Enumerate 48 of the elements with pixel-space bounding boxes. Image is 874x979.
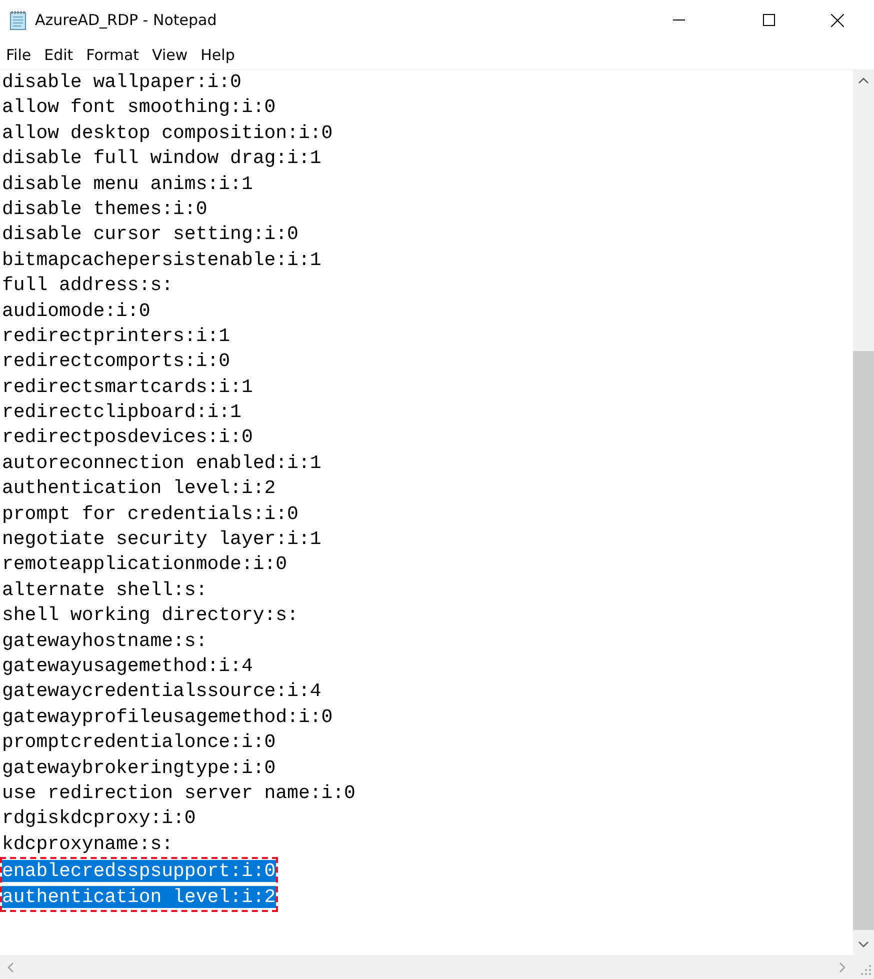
text-line: bitmapcachepersistenable:i:1: [2, 248, 322, 271]
text-line: gatewaycredentialssource:i:4: [2, 680, 322, 702]
text-line: allow font smoothing:i:0: [2, 96, 276, 118]
text-line: shell working directory:s:: [2, 604, 298, 626]
text-line: audiomode:i:0: [2, 300, 150, 322]
text-line: full address:s:: [2, 274, 174, 296]
window-title: AzureAD_RDP - Notepad: [35, 11, 218, 29]
text-line: prompt for credentials:i:0: [2, 502, 298, 525]
vertical-scrollbar[interactable]: [853, 70, 874, 955]
text-line: gatewaybrokeringtype:i:0: [2, 756, 276, 779]
close-icon: [830, 14, 844, 26]
minimize-icon: [673, 19, 685, 21]
horizontal-scrollbar[interactable]: [0, 955, 874, 979]
text-line: redirectsmartcards:i:1: [2, 376, 253, 398]
text-line: allow desktop composition:i:0: [2, 122, 333, 144]
menu-item[interactable]: View: [146, 44, 195, 66]
text-line: disable wallpaper:i:0: [2, 71, 242, 93]
menu-item[interactable]: Format: [80, 44, 146, 66]
menu-item[interactable]: Edit: [38, 44, 80, 66]
menu-item[interactable]: Help: [194, 44, 242, 66]
text-line: redirectprinters:i:1: [2, 324, 230, 347]
scrollbar-thumb[interactable]: [853, 351, 874, 930]
text-line: disable themes:i:0: [2, 198, 208, 220]
text-line: kdcproxyname:s:: [2, 832, 174, 855]
text-line: use redirection server name:i:0: [2, 782, 356, 804]
chevron-left-icon: [7, 962, 14, 972]
text-line: redirectclipboard:i:1: [2, 401, 242, 424]
text-line: promptcredentialonce:i:0: [2, 731, 276, 754]
text-line: gatewayusagemethod:i:4: [2, 654, 253, 677]
text-line: redirectcomports:i:0: [2, 350, 230, 372]
maximize-icon: [763, 14, 775, 26]
text-line: redirectposdevices:i:0: [2, 426, 253, 448]
chevron-down-icon: [858, 941, 869, 948]
text-line: disable menu anims:i:1: [2, 172, 253, 195]
chevron-up-icon: [858, 77, 869, 84]
chevron-right-icon: [839, 962, 846, 972]
text-line: negotiate security layer:i:1: [2, 528, 322, 550]
text-line: rdgiskdcproxy:i:0: [2, 807, 196, 830]
text-line: disable cursor setting:i:0: [2, 223, 298, 246]
text-line: disable full window drag:i:1: [2, 147, 322, 170]
text-line: autoreconnection enabled:i:1: [2, 452, 322, 474]
text-line: gatewayhostname:s:: [2, 630, 208, 652]
notepad-icon: [9, 10, 27, 30]
text-line: remoteapplicationmode:i:0: [2, 553, 288, 576]
menu-item[interactable]: File: [0, 44, 38, 66]
text-line: authentication level:i:2: [2, 477, 276, 500]
text-line: gatewayprofileusagemethod:i:0: [2, 706, 333, 728]
text-line: alternate shell:s:: [2, 578, 208, 601]
